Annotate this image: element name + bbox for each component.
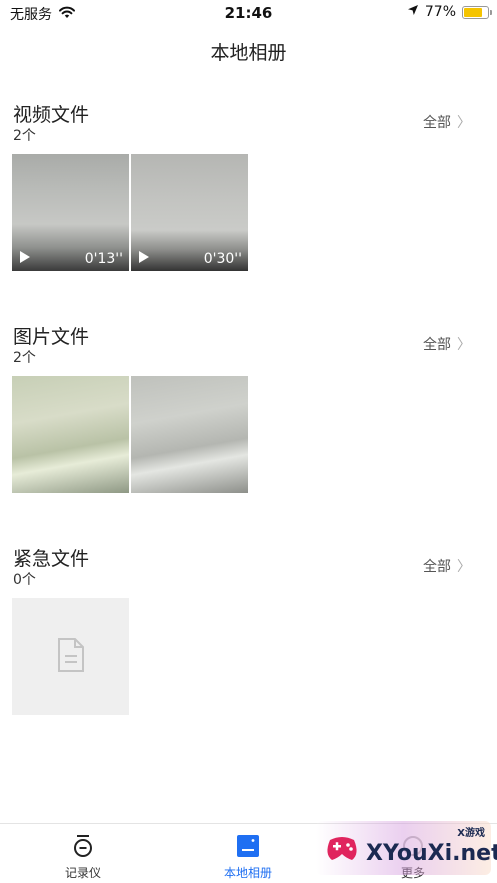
section-title: 紧急文件 — [13, 548, 90, 570]
battery-percent: 77% — [424, 4, 456, 20]
empty-placeholder — [12, 598, 129, 715]
watermark-brand: XYouXi.net — [366, 841, 497, 866]
battery-level — [464, 7, 482, 17]
photo-thumbnails — [12, 376, 248, 493]
status-right: 77% — [407, 4, 492, 20]
page-title: 本地相册 — [210, 42, 287, 64]
view-all-emergency-button[interactable]: 全部 〉 — [423, 556, 471, 576]
dashcam-icon — [71, 834, 95, 858]
view-all-label: 全部 — [423, 559, 451, 575]
tab-recorder[interactable]: 记录仪 — [38, 834, 128, 881]
chevron-right-icon: 〉 — [457, 559, 471, 575]
view-all-label: 全部 — [423, 337, 451, 353]
tab-label: 本地相册 — [223, 866, 272, 880]
location-arrow-icon — [407, 4, 419, 20]
chevron-right-icon: 〉 — [457, 115, 471, 131]
view-all-label: 全部 — [423, 115, 451, 131]
album-icon — [236, 834, 260, 858]
chevron-right-icon: 〉 — [457, 337, 471, 353]
section-count: 2个 — [13, 350, 36, 366]
emergency-thumbnails — [12, 598, 129, 715]
section-count: 2个 — [13, 128, 36, 144]
section-title: 视频文件 — [13, 104, 90, 126]
video-duration: 0'30'' — [203, 251, 242, 267]
tab-local-album[interactable]: 本地相册 — [203, 834, 293, 881]
photo-thumbnail[interactable] — [12, 376, 129, 493]
video-thumbnail[interactable]: 0'13'' — [12, 154, 129, 271]
play-icon — [20, 251, 30, 263]
video-thumbnail[interactable]: 0'30'' — [131, 154, 248, 271]
watermark-logo: XYouXi.net X游戏 — [316, 821, 497, 875]
tab-label: 记录仪 — [64, 866, 101, 880]
photo-thumbnail[interactable] — [131, 376, 248, 493]
video-duration: 0'13'' — [84, 251, 123, 267]
watermark-tag: X游戏 — [457, 828, 485, 839]
view-all-videos-button[interactable]: 全部 〉 — [423, 112, 471, 132]
play-icon — [139, 251, 149, 263]
video-thumbnails: 0'13'' 0'30'' — [12, 154, 248, 271]
section-count: 0个 — [13, 572, 36, 588]
gamepad-icon — [327, 837, 357, 860]
section-title: 图片文件 — [13, 326, 90, 348]
view-all-photos-button[interactable]: 全部 〉 — [423, 334, 471, 354]
document-icon — [56, 637, 86, 677]
status-bar: 无服务 21:46 77% — [0, 0, 497, 26]
battery-icon — [462, 5, 492, 19]
